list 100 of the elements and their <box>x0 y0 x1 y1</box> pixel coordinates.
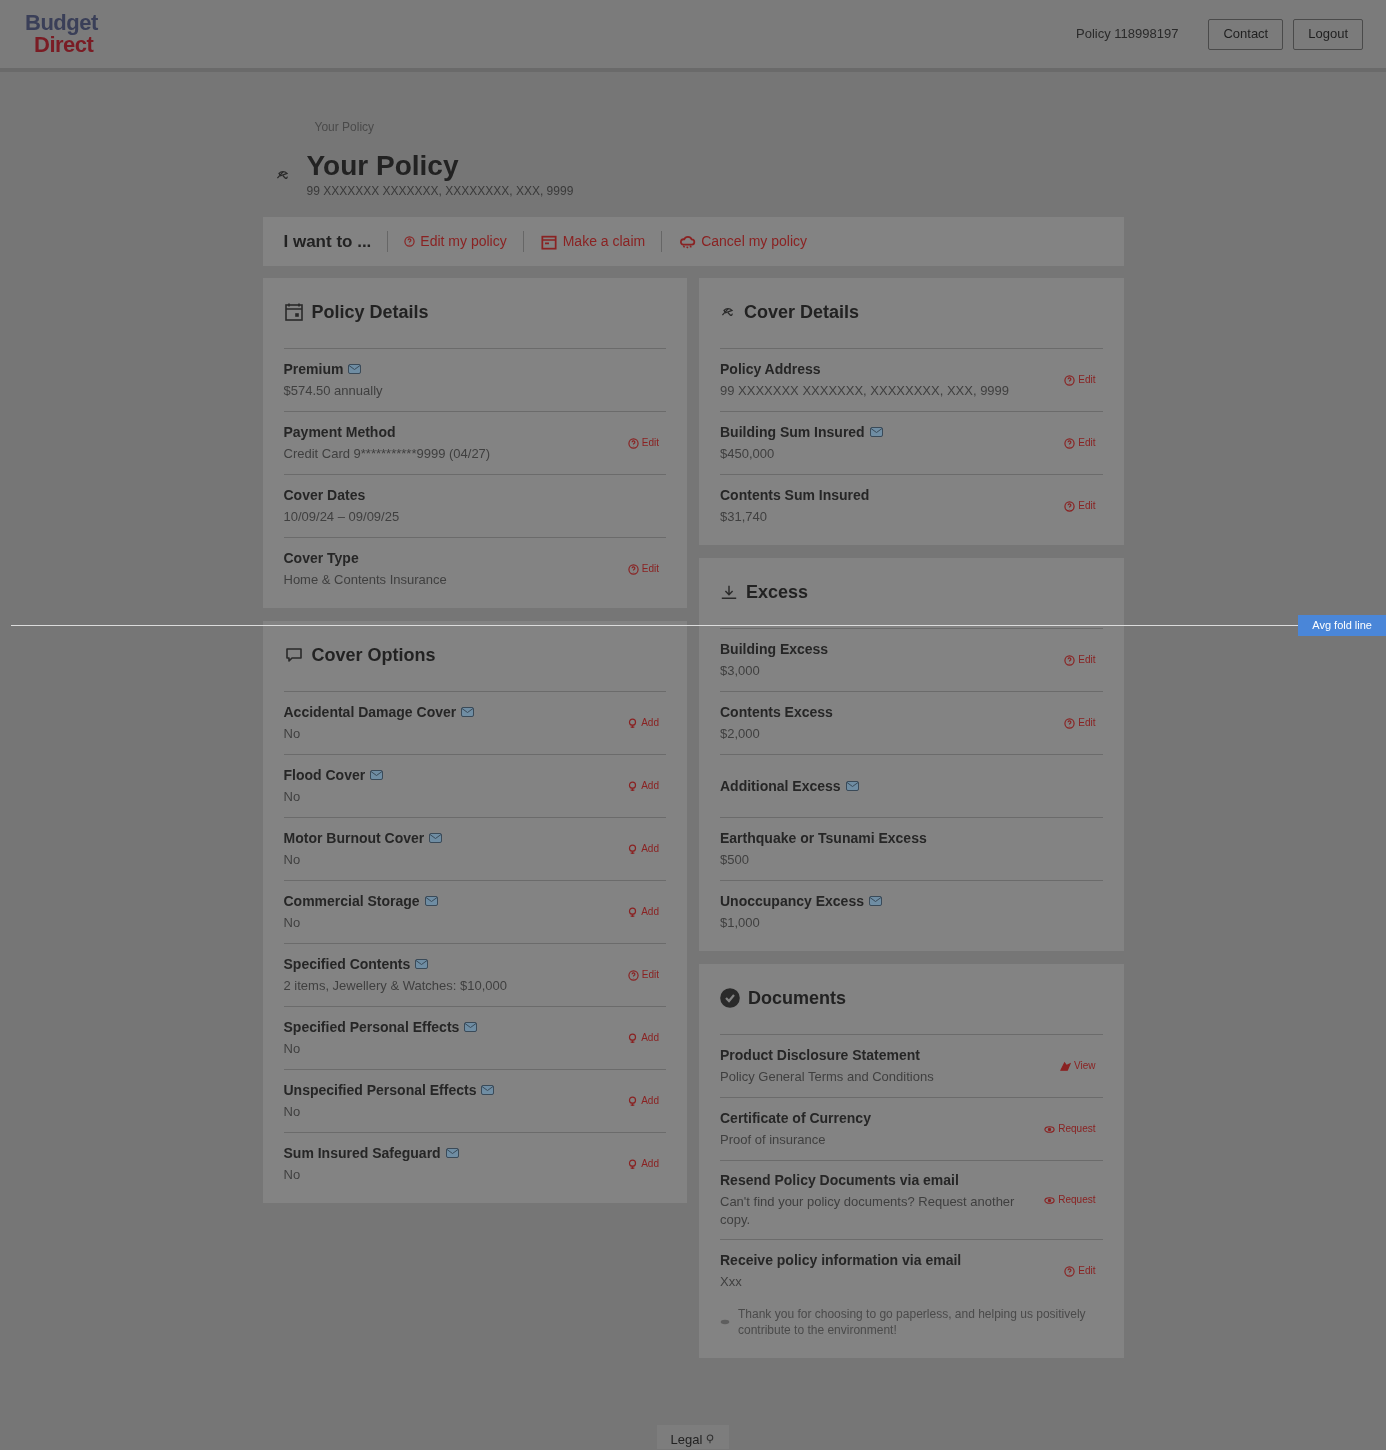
envelope-icon[interactable] <box>429 833 443 843</box>
edit-link[interactable]: Edit <box>627 560 666 578</box>
field-value: No <box>283 1040 302 1058</box>
envelope-icon[interactable] <box>869 427 883 437</box>
check-circle-icon <box>720 988 740 1008</box>
speech-bubble-icon <box>283 645 304 665</box>
envelope-icon[interactable] <box>461 707 475 717</box>
pin-icon <box>705 1433 716 1446</box>
envelope-icon[interactable] <box>464 1022 478 1032</box>
question-icon <box>404 236 416 247</box>
question-icon <box>627 969 639 981</box>
question-icon <box>1064 374 1076 386</box>
envelope-icon[interactable] <box>481 1085 495 1095</box>
field-value: No <box>283 851 302 869</box>
field-label: Contents Sum Insured <box>720 486 870 504</box>
field-label: Additional Excess <box>720 777 841 795</box>
section-heading: Cover Details <box>744 301 860 324</box>
field-label: Unspecified Personal Effects <box>283 1081 477 1099</box>
action-link[interactable]: Make a claim <box>522 231 662 252</box>
field-value: Can't find your policy documents? Request another copy. <box>720 1193 1016 1229</box>
pin-icon <box>627 717 639 729</box>
question-icon <box>1064 654 1076 666</box>
fold-line-label: Avg fold line <box>1298 615 1386 636</box>
field-label: Flood Cover <box>283 766 366 784</box>
download-icon <box>720 583 738 601</box>
calendar-icon <box>283 302 304 322</box>
field-label: Motor Burnout Cover <box>283 829 425 847</box>
add-link[interactable]: Add <box>627 1092 666 1110</box>
field-label: Receive policy information via email <box>720 1251 962 1269</box>
field-label: Premium <box>283 360 344 378</box>
field-label: Earthquake or Tsunami Excess <box>720 829 927 847</box>
add-link[interactable]: Add <box>627 1029 666 1047</box>
field-value: Policy General Terms and Conditions <box>720 1068 935 1086</box>
envelope-icon[interactable] <box>348 364 362 374</box>
calendar-icon <box>539 233 558 250</box>
question-icon <box>1064 717 1076 729</box>
envelope-icon[interactable] <box>868 896 882 906</box>
edit-link[interactable]: Edit <box>1064 651 1103 669</box>
edit-link[interactable]: Edit <box>1064 714 1103 732</box>
field-value: Xxx <box>720 1273 743 1291</box>
field-label: Resend Policy Documents via email <box>720 1171 959 1189</box>
pin-icon <box>627 843 639 855</box>
field-label: Certificate of Currency <box>720 1109 871 1127</box>
action-link[interactable]: Edit my policy <box>387 231 523 252</box>
field-label: Contents Excess <box>720 703 833 721</box>
logo[interactable]: Budget Direct <box>25 12 98 56</box>
pin-icon <box>627 780 639 792</box>
field-label: Building Excess <box>720 640 829 658</box>
envelope-icon[interactable] <box>445 1148 459 1158</box>
add-link[interactable]: Add <box>627 840 666 858</box>
question-icon <box>1064 500 1076 512</box>
field-value: No <box>283 788 302 806</box>
policy-address: 99 XXXXXXX XXXXXXX, XXXXXXXX, XXX, 9999 <box>306 183 574 200</box>
field-label: Cover Type <box>283 549 359 567</box>
field-label: Accidental Damage Cover <box>283 703 457 721</box>
field-value: $1,000 <box>720 914 761 932</box>
field-value: Credit Card 9***********9999 (04/27) <box>283 445 492 463</box>
edit-link[interactable]: Edit <box>627 966 666 984</box>
add-link[interactable]: Add <box>627 714 666 732</box>
section-heading: Policy Details <box>311 301 429 324</box>
field-value: 99 XXXXXXX XXXXXXX, XXXXXXXX, XXX, 9999 <box>720 382 1011 400</box>
edit-link[interactable]: Edit <box>1064 434 1103 452</box>
envelope-icon[interactable] <box>424 896 438 906</box>
field-label: Sum Insured Safeguard <box>283 1144 441 1162</box>
pin-icon <box>627 1032 639 1044</box>
eye-icon <box>1044 1123 1056 1135</box>
add-link[interactable]: Add <box>627 903 666 921</box>
field-label: Commercial Storage <box>283 892 420 910</box>
edit-link[interactable]: Edit <box>1064 1262 1103 1280</box>
envelope-icon[interactable] <box>845 781 859 791</box>
field-label: Building Sum Insured <box>720 423 865 441</box>
view-link[interactable]: View <box>1060 1057 1103 1075</box>
field-value: Proof of insurance <box>720 1131 827 1149</box>
add-link[interactable]: Add <box>627 1155 666 1173</box>
envelope-icon[interactable] <box>370 770 384 780</box>
action-link[interactable]: Cancel my policy <box>661 231 823 252</box>
section-heading: Excess <box>746 581 809 604</box>
question-icon <box>627 563 639 575</box>
section-heading: Cover Options <box>311 644 436 667</box>
field-label: Specified Personal Effects <box>283 1018 460 1036</box>
field-value: $3,000 <box>720 662 761 680</box>
field-value: 2 items, Jewellery & Watches: $10,000 <box>283 977 508 995</box>
pin-icon <box>627 906 639 918</box>
legal-link[interactable]: Legal <box>656 1424 730 1449</box>
question-icon <box>627 437 639 449</box>
envelope-icon[interactable] <box>415 959 429 969</box>
field-label: Specified Contents <box>283 955 411 973</box>
edit-link[interactable]: Edit <box>1064 371 1103 389</box>
field-value: No <box>283 1166 302 1184</box>
request-link[interactable]: Request <box>1044 1191 1103 1209</box>
header-button[interactable]: Logout <box>1293 18 1363 50</box>
header-button[interactable]: Contact <box>1208 18 1284 50</box>
field-label: Payment Method <box>283 423 396 441</box>
question-icon <box>1064 437 1076 449</box>
edit-link[interactable]: Edit <box>627 434 666 452</box>
field-value: 10/09/24 – 09/09/25 <box>283 508 401 526</box>
field-label: Cover Dates <box>283 486 366 504</box>
add-link[interactable]: Add <box>627 777 666 795</box>
request-link[interactable]: Request <box>1044 1120 1103 1138</box>
edit-link[interactable]: Edit <box>1064 497 1103 515</box>
